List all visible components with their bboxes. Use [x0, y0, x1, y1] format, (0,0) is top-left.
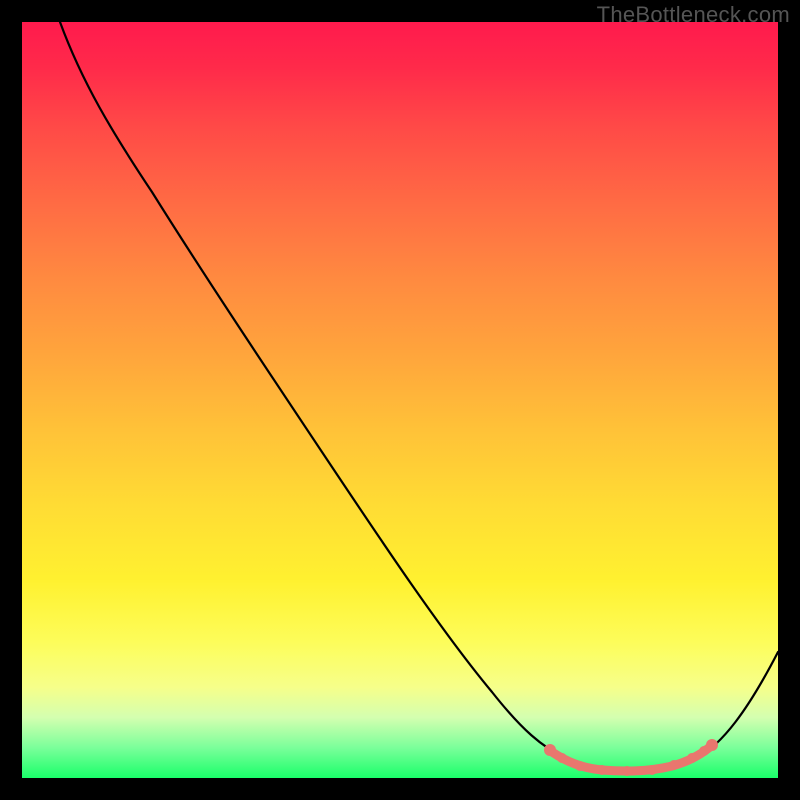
optimal-band-dot: [557, 753, 567, 763]
optimal-band-dot: [597, 765, 607, 775]
optimal-band-dot-right: [706, 739, 718, 751]
optimal-band-dot-left: [544, 744, 556, 756]
optimal-band-dot: [647, 765, 657, 775]
optimal-band-dot: [669, 760, 679, 770]
plot-area: [22, 22, 778, 778]
optimal-band-dot: [575, 761, 585, 771]
bottleneck-curve-line: [60, 22, 778, 770]
optimal-band-dot: [622, 766, 632, 776]
optimal-band-dot: [687, 753, 697, 763]
chart-frame: TheBottleneck.com: [0, 0, 800, 800]
chart-svg: [22, 22, 778, 778]
